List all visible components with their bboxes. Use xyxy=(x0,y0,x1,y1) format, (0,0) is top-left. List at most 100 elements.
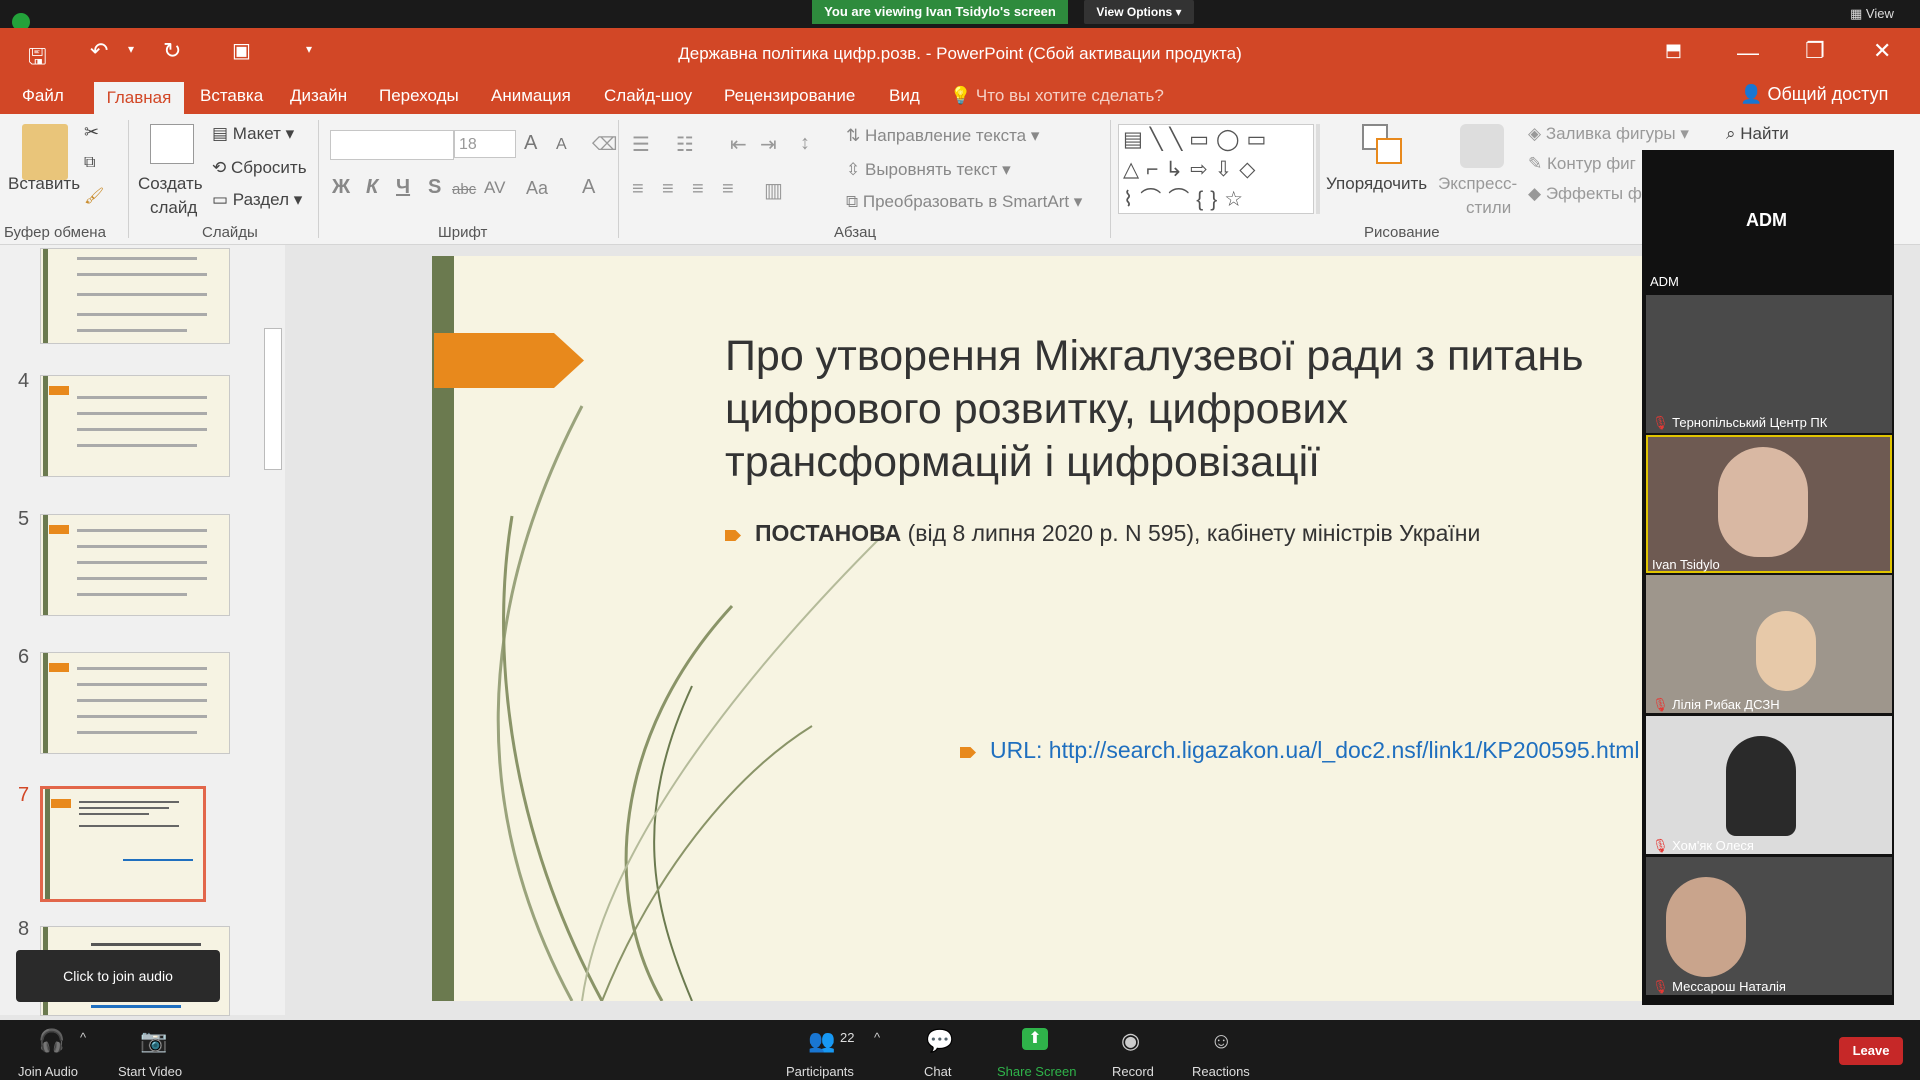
restore-icon[interactable]: ❐ xyxy=(1805,38,1825,64)
new-slide-icon[interactable] xyxy=(150,124,194,164)
slide-thumbnail-7-selected[interactable] xyxy=(40,786,206,902)
slide-thumbnail-5[interactable] xyxy=(40,514,230,616)
scrollbar-thumb[interactable] xyxy=(264,328,282,470)
quick-styles-label-2[interactable]: стили xyxy=(1466,198,1511,218)
reactions-icon[interactable]: ☺ xyxy=(1210,1028,1232,1054)
smartart-button[interactable]: ⧉ Преобразовать в SmartArt ▾ xyxy=(846,192,1082,212)
participants-label[interactable]: Participants xyxy=(786,1064,854,1079)
format-painter-icon[interactable]: 🖌 xyxy=(84,186,104,206)
text-direction-button[interactable]: ⇅ Направление текста ▾ xyxy=(846,126,1039,146)
align-left-icon[interactable]: ≡ xyxy=(632,178,644,201)
record-icon[interactable]: ◉ xyxy=(1121,1028,1140,1054)
chat-label[interactable]: Chat xyxy=(924,1064,951,1079)
slide-thumbnail-6[interactable] xyxy=(40,652,230,754)
copy-icon[interactable]: ⧉ xyxy=(84,154,95,172)
video-tile[interactable] xyxy=(1646,857,1892,995)
tab-design[interactable]: Дизайн xyxy=(290,86,347,106)
minimize-icon[interactable]: — xyxy=(1737,40,1759,66)
ribbon-display-icon[interactable]: ⬒ xyxy=(1665,40,1682,61)
underline-button[interactable]: Ч xyxy=(396,176,410,199)
tab-file[interactable]: Файл xyxy=(22,86,64,106)
audio-options-icon[interactable]: ^ xyxy=(80,1030,86,1045)
video-tile[interactable] xyxy=(1646,716,1892,854)
numbering-icon[interactable]: ☷ xyxy=(676,132,694,157)
layout-button[interactable]: ▤ Макет ▾ xyxy=(212,124,294,144)
record-label[interactable]: Record xyxy=(1112,1064,1154,1079)
reset-button[interactable]: ⟲ Сбросить xyxy=(212,158,307,178)
tab-review[interactable]: Рецензирование xyxy=(724,86,855,106)
shadow-button[interactable]: S xyxy=(428,176,441,199)
bullets-icon[interactable]: ☰ xyxy=(632,132,650,157)
strikethrough-button[interactable]: abc xyxy=(452,181,476,198)
decrease-font-icon[interactable]: A xyxy=(556,136,567,154)
slide-thumbnail-4[interactable] xyxy=(40,375,230,477)
increase-font-icon[interactable]: A xyxy=(524,132,537,155)
share-button[interactable]: 👤 Общий доступ xyxy=(1740,84,1888,105)
align-center-icon[interactable]: ≡ xyxy=(662,178,674,201)
participants-icon[interactable]: 👥 xyxy=(808,1028,835,1054)
view-options-button[interactable]: View Options ▾ xyxy=(1084,0,1194,24)
leave-button[interactable]: Leave xyxy=(1839,1037,1903,1065)
share-screen-label[interactable]: Share Screen xyxy=(997,1064,1077,1079)
shape-fill-button[interactable]: ◈ Заливка фигуры ▾ xyxy=(1528,124,1689,144)
editor-scrollbar[interactable] xyxy=(1894,245,1920,1025)
share-screen-icon[interactable]: ⬆ xyxy=(1022,1028,1048,1050)
font-size-input[interactable]: 18 xyxy=(454,130,516,158)
shape-effects-button[interactable]: ◆ Эффекты ф xyxy=(1528,184,1642,204)
arrange-icon[interactable] xyxy=(1362,124,1404,166)
paste-icon[interactable] xyxy=(22,124,68,180)
thumbnail-scrollbar[interactable] xyxy=(262,250,282,1010)
tab-insert[interactable]: Вставка xyxy=(200,86,263,106)
chat-icon[interactable]: 💬 xyxy=(926,1028,953,1054)
align-right-icon[interactable]: ≡ xyxy=(692,178,704,201)
clear-formatting-icon[interactable]: ⌫ xyxy=(592,134,617,155)
join-audio-label[interactable]: Join Audio xyxy=(18,1064,78,1079)
start-video-label[interactable]: Start Video xyxy=(118,1064,182,1079)
slide-bullet-decree[interactable]: ПОСТАНОВА (від 8 липня 2020 р. N 595), к… xyxy=(725,520,1645,547)
bold-button[interactable]: Ж xyxy=(332,176,350,199)
slide-title[interactable]: Про утворення Міжгалузевої ради з питань… xyxy=(725,330,1655,489)
char-spacing-button[interactable]: AV xyxy=(484,178,505,198)
video-tile[interactable] xyxy=(1646,575,1892,713)
video-off-icon[interactable]: 📷 xyxy=(140,1028,167,1054)
decrease-indent-icon[interactable]: ⇤ xyxy=(730,132,747,157)
quick-styles-icon[interactable] xyxy=(1460,124,1504,168)
shapes-gallery[interactable]: ▤╲╲▭◯▭ △⌐↳⇨⇩◇ ⌇⌒⌒{}☆ xyxy=(1118,124,1314,214)
columns-icon[interactable]: ▥ xyxy=(764,178,783,203)
view-button[interactable]: ▦ View xyxy=(1850,6,1894,22)
slide-bullet-url[interactable]: URL: http://search.ligazakon.ua/l_doc2.n… xyxy=(960,737,1660,764)
change-case-button[interactable]: Aa xyxy=(526,178,548,199)
tab-transitions[interactable]: Переходы xyxy=(379,86,459,106)
join-audio-tooltip[interactable]: Click to join audio xyxy=(16,950,220,1002)
font-color-button[interactable]: A xyxy=(582,176,595,199)
line-spacing-icon[interactable]: ↕ xyxy=(800,132,810,155)
tab-slideshow[interactable]: Слайд-шоу xyxy=(604,86,692,106)
slide-thumbnail-3[interactable] xyxy=(40,248,230,344)
tab-home[interactable]: Главная xyxy=(94,82,184,114)
tab-animation[interactable]: Анимация xyxy=(491,86,571,106)
justify-icon[interactable]: ≡ xyxy=(722,178,734,201)
reactions-label[interactable]: Reactions xyxy=(1192,1064,1250,1079)
quick-styles-label-1[interactable]: Экспресс- xyxy=(1438,174,1517,194)
url-link[interactable]: URL: http://search.ligazakon.ua/l_doc2.n… xyxy=(990,737,1640,763)
new-slide-label-1[interactable]: Создать xyxy=(138,174,203,194)
tell-me-box[interactable]: 💡 Что вы хотите сделать? xyxy=(950,86,1164,106)
font-family-input[interactable] xyxy=(330,130,454,160)
video-tile-active[interactable] xyxy=(1646,435,1892,573)
tab-view[interactable]: Вид xyxy=(889,86,920,106)
increase-indent-icon[interactable]: ⇥ xyxy=(760,132,777,157)
video-tile[interactable] xyxy=(1646,295,1892,433)
italic-button[interactable]: К xyxy=(366,176,378,199)
close-icon[interactable]: ✕ xyxy=(1873,38,1891,64)
section-button[interactable]: ▭ Раздел ▾ xyxy=(212,190,302,210)
shape-outline-button[interactable]: ✎ Контур фиг xyxy=(1528,154,1636,174)
shapes-gallery-scroll[interactable] xyxy=(1316,124,1320,214)
find-button[interactable]: ⌕ Найти xyxy=(1726,124,1789,144)
new-slide-label-2[interactable]: слайд xyxy=(150,198,197,218)
headphones-icon[interactable]: 🎧 xyxy=(38,1028,65,1054)
align-text-button[interactable]: ⇳ Выровнять текст ▾ xyxy=(846,160,1011,180)
participants-options-icon[interactable]: ^ xyxy=(874,1030,880,1045)
arrange-label[interactable]: Упорядочить xyxy=(1326,174,1427,194)
cut-icon[interactable]: ✂ xyxy=(84,122,99,143)
paste-button-label[interactable]: Вставить xyxy=(8,174,80,194)
